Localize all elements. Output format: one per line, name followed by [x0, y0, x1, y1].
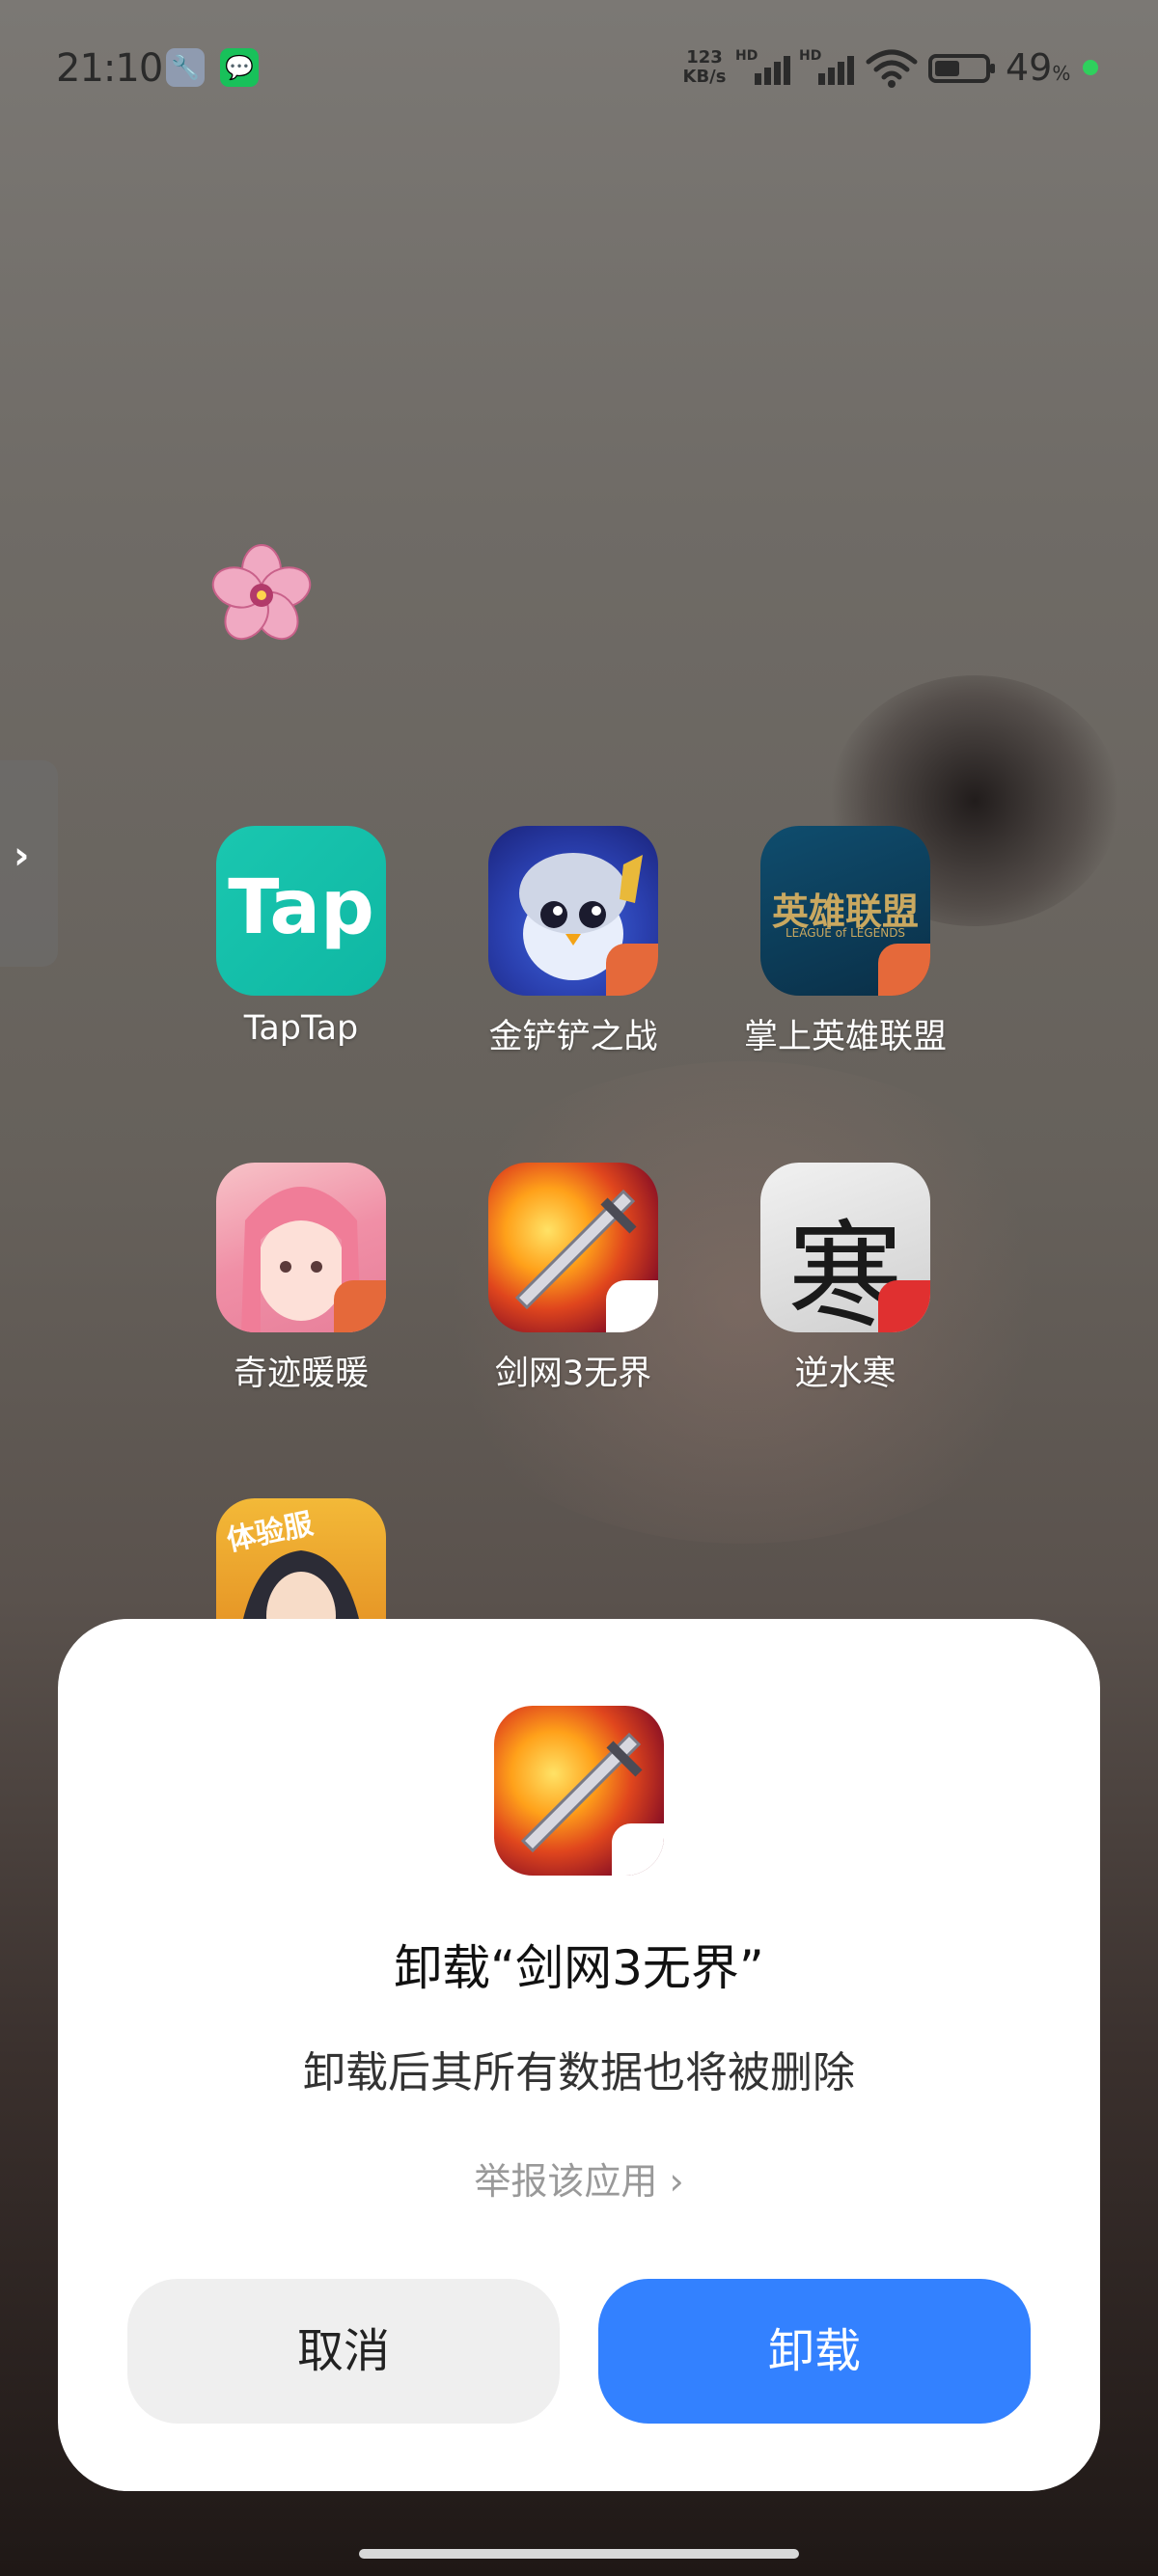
side-panel-handle[interactable]: › [0, 760, 58, 967]
wechat-icon: 💬 [220, 48, 259, 87]
app-taptap[interactable]: Tap TapTap [185, 826, 417, 1048]
lol-app-icon: 英雄联盟 LEAGUE of LEGENDS [760, 826, 930, 996]
lol-icon-subtext: LEAGUE of LEGENDS [785, 926, 906, 940]
cancel-button[interactable]: 取消 [127, 2279, 560, 2424]
app-label: 逆水寒 [794, 1355, 896, 1393]
nuannuan-app-icon [216, 1163, 386, 1332]
dialog-message: 卸载后其所有数据也将被删除 [303, 2048, 855, 2097]
app-jinchanchan[interactable]: 金铲铲之战 [457, 826, 689, 1058]
chevron-right-icon: › [14, 834, 30, 878]
status-bar: 21:10 🔧 💬 123 KB/s HD HD 49% [0, 39, 1158, 106]
report-app-link[interactable]: 举报该应用 › [58, 2151, 1100, 2205]
uninstall-dialog: 卸载“剑网3无界” 卸载后其所有数据也将被删除 举报该应用 › 取消 卸载 [58, 1619, 1100, 2491]
battery-icon [928, 54, 995, 83]
wifi-icon [866, 49, 918, 88]
charging-dot [1083, 60, 1098, 75]
taptap-icon-text: Tap [228, 864, 374, 951]
app-jianwang3-wujie[interactable]: 剑网3无界 [457, 1163, 689, 1395]
app-label: 金铲铲之战 [488, 1018, 658, 1056]
jianwang3-app-icon-large [494, 1706, 664, 1876]
app-label: TapTap [243, 1009, 359, 1048]
cellular-signal-icon: HD [735, 48, 790, 89]
app-label: 掌上英雄联盟 [743, 1018, 947, 1056]
network-speed-unit: KB/s [682, 67, 727, 87]
nishuihan-app-icon: 寒 [760, 1163, 930, 1332]
network-speed: 123 KB/s [676, 48, 733, 87]
taptap-app-icon: Tap [216, 826, 386, 996]
uninstall-button[interactable]: 卸载 [598, 2279, 1031, 2424]
wrench-icon: 🔧 [166, 48, 205, 87]
app-label: 剑网3无界 [494, 1355, 652, 1393]
app-lol-companion[interactable]: 英雄联盟 LEAGUE of LEGENDS 掌上英雄联盟 [730, 826, 961, 1058]
battery-percent: 49% [1006, 46, 1071, 89]
app-label: 奇迹暖暖 [233, 1355, 369, 1393]
app-nishuihan[interactable]: 寒 逆水寒 [730, 1163, 961, 1395]
status-time: 21:10 [56, 46, 163, 91]
hd-label-2: HD [799, 48, 822, 64]
hd-label: HD [735, 48, 758, 64]
network-speed-value: 123 [686, 47, 723, 68]
jinchanchan-app-icon [488, 826, 658, 996]
home-indicator[interactable] [359, 2549, 799, 2559]
cellular-signal-icon-2: HD [799, 48, 854, 89]
app-qiji-nuannuan[interactable]: 奇迹暖暖 [185, 1163, 417, 1395]
flower-icon [211, 544, 312, 641]
jianwang3-app-icon [488, 1163, 658, 1332]
dialog-title: 卸载“剑网3无界” [394, 1940, 764, 1996]
